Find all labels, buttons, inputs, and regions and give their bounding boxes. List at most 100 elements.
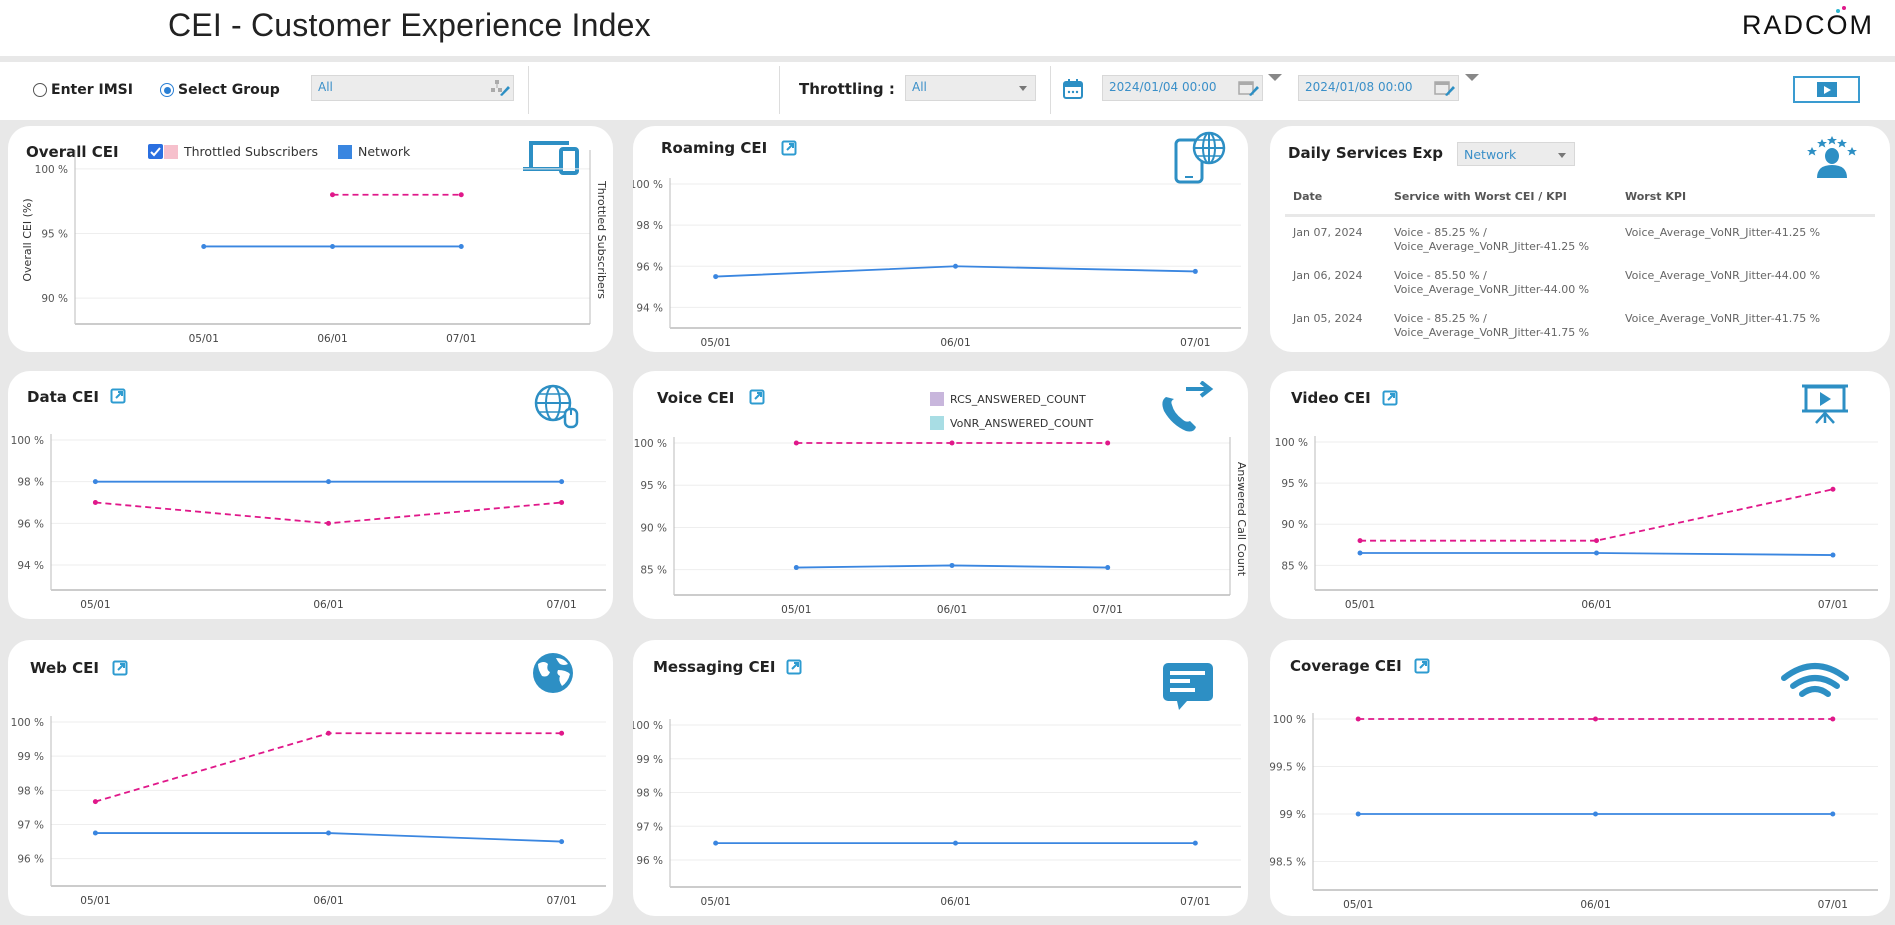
coverage-cei-card: Coverage CEI 98.5 % 99 % 99.5 % 100 % 05/01 0…	[1270, 640, 1890, 916]
data-point-network	[559, 479, 565, 485]
daily-select-value: Network	[1464, 147, 1517, 162]
group-select-field[interactable]: All	[311, 75, 514, 101]
column-header-service: Service with Worst CEI / KPI	[1394, 190, 1567, 203]
data-point-network	[1192, 840, 1198, 846]
y-tick-label: 100 %	[11, 435, 44, 447]
calendar-edit-icon[interactable]	[1433, 79, 1455, 97]
y-tick-label: 99.5 %	[1270, 762, 1306, 774]
y2-axis-title: Throttled Subscribers	[595, 180, 608, 299]
x-tick-label: 07/01	[1093, 604, 1123, 616]
date-from-dropdown-caret[interactable]	[1268, 74, 1282, 81]
cell-service-line1: Voice - 85.25 % /	[1394, 226, 1487, 239]
cell-worst-kpi: Voice_Average_VoNR_Jitter-41.75 %	[1625, 312, 1821, 325]
radio-circle-selected[interactable]	[160, 83, 174, 97]
y-tick-label: 85 %	[1281, 560, 1308, 572]
y-tick-label: 99 %	[636, 754, 663, 766]
cell-worst-kpi: Voice_Average_VoNR_Jitter-44.00 %	[1625, 269, 1821, 282]
x-tick-label: 06/01	[313, 599, 343, 611]
cell-service: Voice - 85.25 % / Voice_Average_VoNR_Jitt…	[1394, 226, 1625, 260]
run-button[interactable]	[1793, 76, 1860, 103]
data-point-network	[713, 274, 719, 280]
y-tick-label: 90 %	[41, 293, 68, 305]
cell-date: Jan 07, 2024	[1293, 226, 1363, 239]
column-header-worst-kpi: Worst KPI	[1625, 190, 1687, 203]
data-point-throttled	[92, 799, 98, 805]
data-point-network	[92, 830, 98, 836]
date-to-input[interactable]: 2024/01/08 00:00	[1298, 75, 1459, 101]
voice-cei-chart: 85 % 90 % 95 % 100 % 05/01 06/01 07/01 Answered…	[634, 437, 1248, 616]
y-tick-label: 95 %	[640, 480, 667, 492]
y-tick-label: 96 %	[17, 854, 44, 866]
x-tick-label: 07/01	[1818, 599, 1848, 611]
overall-cei-chart: 90 % 95 % 100 % 05/01 06/01 07/01 Overall CEI …	[21, 150, 608, 345]
radio-enter-imsi[interactable]: Enter IMSI	[33, 82, 133, 98]
y-tick-label: 90 %	[1281, 519, 1308, 531]
x-tick-label: 07/01	[1818, 899, 1848, 911]
data-point-throttled	[326, 730, 331, 736]
y-tick-label: 98 %	[636, 788, 663, 800]
y2-axis-title: Answered Call Count	[1235, 462, 1248, 577]
y-tick-label: 100 %	[633, 179, 663, 191]
y-tick-label: 95 %	[1281, 478, 1308, 490]
cell-worst-kpi: Voice_Average_VoNR_Jitter-41.25 %	[1625, 226, 1821, 239]
video-cei-chart: 85 % 90 % 95 % 100 % 05/01 06/01 07/01	[1275, 436, 1878, 611]
radcom-logo: RADCOM	[1742, 6, 1874, 41]
data-point-network	[92, 479, 98, 485]
data-point-throttled	[458, 192, 464, 198]
data-point-throttled	[949, 440, 955, 446]
roaming-cei-chart: 94 % 96 % 98 % 100 % 05/01 06/01 07/01	[633, 178, 1241, 349]
x-tick-label: 06/01	[317, 333, 347, 345]
data-point-network	[1105, 565, 1111, 571]
column-header-date: Date	[1293, 190, 1323, 203]
data-point-network	[326, 479, 331, 485]
data-point-network	[1830, 552, 1836, 558]
data-point-network	[1594, 550, 1599, 556]
date-to-dropdown-caret[interactable]	[1465, 74, 1479, 81]
x-tick-label: 05/01	[701, 896, 731, 908]
data-point-throttled	[559, 730, 565, 736]
daily-services-select[interactable]: Network	[1457, 142, 1575, 166]
y-tick-label: 96 %	[17, 518, 44, 530]
radio-select-group[interactable]: Select Group	[160, 82, 280, 98]
cell-service-line1: Voice - 85.50 % /	[1394, 269, 1487, 282]
calendar-icon[interactable]	[1062, 78, 1084, 100]
chevron-down-icon	[1019, 86, 1027, 91]
group-value: All	[318, 80, 333, 94]
logo-dot-cyan	[1836, 9, 1840, 13]
play-icon	[1817, 82, 1837, 97]
toolbar-divider	[528, 66, 529, 114]
data-point-network	[793, 565, 799, 571]
x-tick-label: 06/01	[313, 895, 343, 907]
data-point-throttled	[92, 500, 98, 505]
y-tick-label: 90 %	[640, 522, 667, 534]
logo-text: RADCOM	[1742, 10, 1874, 40]
data-point-network	[1830, 811, 1836, 817]
date-from-value: 2024/01/04 00:00	[1109, 80, 1217, 94]
coverage-cei-chart: 98.5 % 99 % 99.5 % 100 % 05/01 06/01 07/01	[1270, 713, 1878, 911]
y-tick-label: 97 %	[636, 821, 663, 833]
throttling-select[interactable]: All	[905, 75, 1036, 101]
page-title: CEI - Customer Experience Index	[168, 7, 651, 43]
header-bar: CEI - Customer Experience Index RADCOM	[0, 0, 1895, 56]
calendar-edit-icon[interactable]	[1237, 79, 1259, 97]
filter-toolbar: Enter IMSI Select Group All Throttling :…	[0, 62, 1895, 120]
y-tick-label: 100 %	[1275, 437, 1308, 449]
data-point-network	[201, 243, 207, 249]
group-tree-edit-icon[interactable]	[488, 79, 510, 97]
cell-service: Voice - 85.25 % / Voice_Average_VoNR_Jitt…	[1394, 312, 1625, 346]
y-tick-label: 100 %	[634, 438, 667, 450]
series-line-throttled	[95, 732, 562, 803]
radio-label: Enter IMSI	[51, 82, 133, 98]
y-axis-title: Overall CEI (%)	[21, 198, 34, 281]
table-row: Jan 06, 2024 Voice - 85.50 % / Voice_Aver…	[1285, 260, 1875, 303]
data-point-network	[953, 263, 958, 269]
y-tick-label: 95 %	[41, 229, 68, 241]
data-point-network	[1192, 268, 1198, 274]
table-row: Jan 07, 2024 Voice - 85.25 % / Voice_Aver…	[1285, 217, 1875, 260]
messaging-cei-chart: 96 % 97 % 98 % 99 % 100 % 05/01 06/01 07/01	[633, 719, 1241, 908]
radio-circle[interactable]	[33, 83, 47, 97]
data-point-throttled	[1105, 440, 1111, 446]
series-line-throttled	[95, 501, 562, 525]
x-tick-label: 06/01	[1581, 599, 1611, 611]
date-from-input[interactable]: 2024/01/04 00:00	[1102, 75, 1263, 101]
